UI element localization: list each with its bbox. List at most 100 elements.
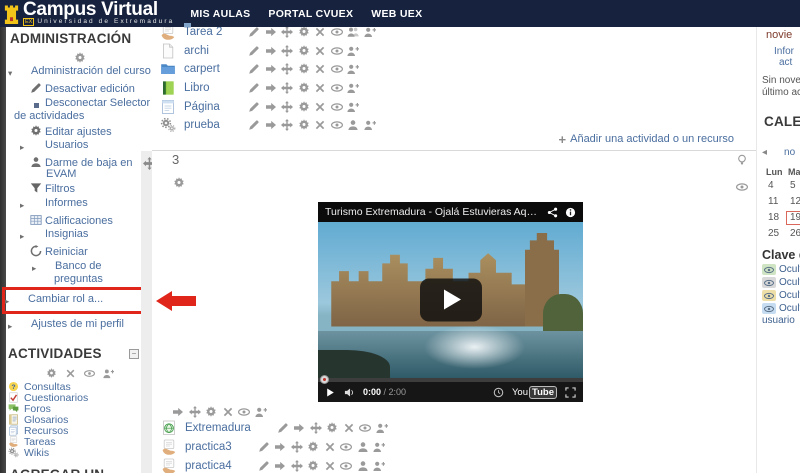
gear-icon[interactable] [298, 101, 310, 113]
eye-icon[interactable] [84, 368, 95, 379]
fullscreen-icon[interactable] [565, 387, 576, 398]
video-progress-bar[interactable] [318, 378, 583, 382]
user-plus-icon[interactable] [103, 368, 114, 379]
cross-icon[interactable] [314, 63, 326, 75]
admin-item-desactivar-edicion[interactable]: Desactivar edición [8, 82, 152, 95]
activity-filter-glosarios[interactable]: Glosarios [8, 414, 152, 425]
move-icon[interactable] [291, 460, 303, 472]
play-button-overlay[interactable] [420, 279, 482, 322]
cross-icon[interactable] [314, 82, 326, 94]
arrow-right-icon[interactable] [265, 101, 277, 113]
calendar-key-item[interactable]: Ocult [762, 303, 800, 314]
video-title[interactable]: Turismo Extremadura - Ojalá Estuvieras A… [325, 206, 540, 218]
gear-icon[interactable] [74, 52, 86, 64]
arrow-right-icon[interactable] [172, 406, 184, 418]
admin-item-filtros[interactable]: Filtros [8, 182, 152, 195]
user-icon[interactable] [357, 441, 369, 453]
info-icon[interactable] [565, 207, 576, 218]
admin-item-usuarios[interactable]: ▸Usuarios [8, 140, 152, 153]
eye-icon[interactable] [331, 101, 343, 113]
move-icon[interactable] [281, 101, 293, 113]
watch-later-icon[interactable] [493, 387, 504, 398]
user-icon[interactable] [357, 460, 369, 472]
gear-icon[interactable] [326, 422, 338, 434]
arrow-right-icon[interactable] [293, 422, 305, 434]
pencil-icon[interactable] [248, 26, 260, 38]
calendar-month-link[interactable]: no [784, 147, 795, 158]
pencil-icon[interactable] [248, 119, 260, 131]
nav-web-uex[interactable]: WEB UEX [371, 8, 422, 20]
activity-filter-wikis[interactable]: Wikis [8, 447, 152, 458]
course-item-link[interactable]: Tarea 2 [184, 26, 242, 38]
cross-icon[interactable] [314, 119, 326, 131]
arrow-right-icon[interactable] [265, 82, 277, 94]
eye-icon[interactable] [331, 26, 343, 38]
activity-filter-tareas[interactable]: Tareas [8, 436, 152, 447]
youtube-logo[interactable]: YouTube [512, 386, 557, 399]
pencil-icon[interactable] [248, 101, 260, 113]
admin-item-editar-ajustes[interactable]: Editar ajustes [8, 125, 152, 138]
move-icon[interactable] [281, 63, 293, 75]
move-icon[interactable] [189, 406, 201, 418]
play-icon[interactable] [325, 387, 336, 398]
admin-item-cambiar-rol-a[interactable]: ▸Cambiar rol a... [2, 287, 154, 314]
user-icon[interactable] [347, 119, 359, 131]
share-icon[interactable] [547, 207, 558, 218]
cross-icon[interactable] [314, 101, 326, 113]
user-plus-icon[interactable] [376, 422, 388, 434]
user-plus-icon[interactable] [347, 45, 359, 57]
course-item-link[interactable]: Página [184, 101, 242, 113]
gear-icon[interactable] [205, 406, 217, 418]
admin-item-reiniciar[interactable]: Reiniciar [8, 245, 152, 258]
video-scrubber[interactable] [320, 375, 329, 384]
gear-icon[interactable] [46, 368, 57, 379]
calendar-key-item[interactable]: Ocult [762, 277, 800, 288]
eye-icon[interactable] [331, 119, 343, 131]
add-activity-link[interactable]: Añadir una actividad o un recurso [570, 133, 734, 145]
gear-icon[interactable] [298, 82, 310, 94]
gear-icon[interactable] [307, 460, 319, 472]
cross-icon[interactable] [65, 368, 76, 379]
course-item-link[interactable]: Libro [184, 82, 242, 94]
move-icon[interactable] [281, 119, 293, 131]
admin-item-desconectar-selector-de-actividades[interactable]: Desconectar Selector de actividades [8, 98, 152, 122]
calendar-day[interactable]: 19 [784, 212, 800, 223]
activity-filter-foros[interactable]: Foros [8, 403, 152, 414]
calendar-prev-icon[interactable]: ◂ [762, 147, 767, 158]
course-item-link[interactable]: carpert [184, 63, 242, 75]
course-item-link[interactable]: archi [184, 45, 242, 57]
pencil-icon[interactable] [248, 63, 260, 75]
pencil-icon[interactable] [248, 82, 260, 94]
section-visibility-eye-icon[interactable] [736, 181, 748, 193]
campus-virtual-logo[interactable]: Campus Virtual EXUniversidad de Extremad… [0, 0, 174, 26]
eye-icon[interactable] [340, 460, 352, 472]
minimize-block-button[interactable]: − [129, 349, 139, 359]
user-plus-icon[interactable] [364, 119, 376, 131]
user-plus-icon[interactable] [373, 460, 385, 472]
arrow-right-icon[interactable] [265, 119, 277, 131]
pencil-icon[interactable] [258, 460, 270, 472]
arrow-right-icon[interactable] [265, 26, 277, 38]
user-plus-icon[interactable] [364, 26, 376, 38]
news-link-line2[interactable]: act [779, 57, 800, 68]
eye-icon[interactable] [238, 406, 250, 418]
activity-filter-recursos[interactable]: Recursos [8, 425, 152, 436]
section-highlight-bulb-icon[interactable] [736, 154, 748, 166]
calendar-key-item[interactable]: Ocult [762, 264, 800, 275]
admin-item-administracion-del-curso[interactable]: ▾Administración del curso [8, 66, 152, 79]
admin-item-calificaciones[interactable]: Calificaciones [8, 214, 152, 227]
calendar-key-item[interactable]: Ocult [762, 290, 800, 301]
cross-icon[interactable] [324, 460, 336, 472]
move-icon[interactable] [281, 26, 293, 38]
user-plus-icon[interactable] [373, 441, 385, 453]
pencil-icon[interactable] [277, 422, 289, 434]
course-item-link[interactable]: practica3 [185, 441, 232, 453]
user-plus-icon[interactable] [347, 82, 359, 94]
move-icon[interactable] [291, 441, 303, 453]
arrow-right-icon[interactable] [274, 441, 286, 453]
video-thumbnail[interactable] [318, 222, 583, 378]
volume-icon[interactable] [344, 387, 355, 398]
user-plus-icon[interactable] [347, 63, 359, 75]
nav-mis-aulas[interactable]: MIS AULAS [190, 8, 250, 20]
cross-icon[interactable] [343, 422, 355, 434]
